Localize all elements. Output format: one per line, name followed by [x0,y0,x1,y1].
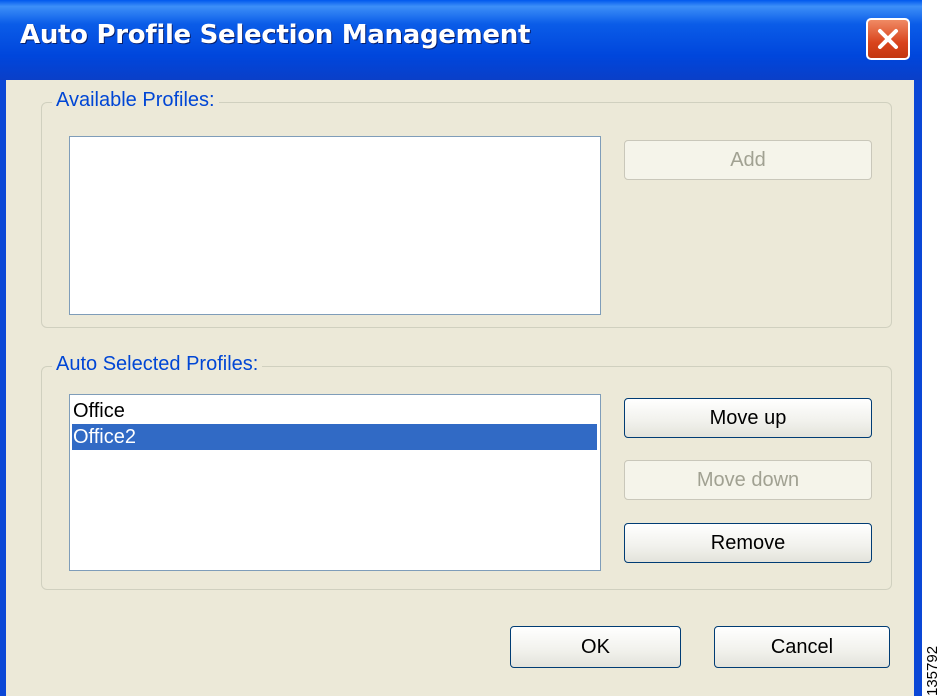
dialog-window: Auto Profile Selection Management Availa… [0,0,922,696]
available-profiles-list[interactable] [69,136,601,315]
auto-selected-profiles-label: Auto Selected Profiles: [52,353,263,376]
add-button[interactable]: Add [624,140,872,180]
available-profiles-label: Available Profiles: [52,89,219,112]
remove-button[interactable]: Remove [624,523,872,563]
dialog-client-area: Available Profiles: Add Auto Selected Pr… [6,80,914,696]
window-title: Auto Profile Selection Management [20,20,531,50]
list-item-office2[interactable]: Office2 [72,424,597,450]
ok-button[interactable]: OK [510,626,681,668]
close-button[interactable] [866,18,910,60]
cancel-button[interactable]: Cancel [714,626,890,668]
title-bar[interactable]: Auto Profile Selection Management [0,0,922,80]
close-icon [878,29,898,49]
move-down-button[interactable]: Move down [624,460,872,500]
list-item-office[interactable]: Office [72,398,597,424]
auto-selected-profiles-list[interactable]: Office Office2 [69,394,601,571]
figure-id: 135792 [924,645,937,696]
move-up-button[interactable]: Move up [624,398,872,438]
